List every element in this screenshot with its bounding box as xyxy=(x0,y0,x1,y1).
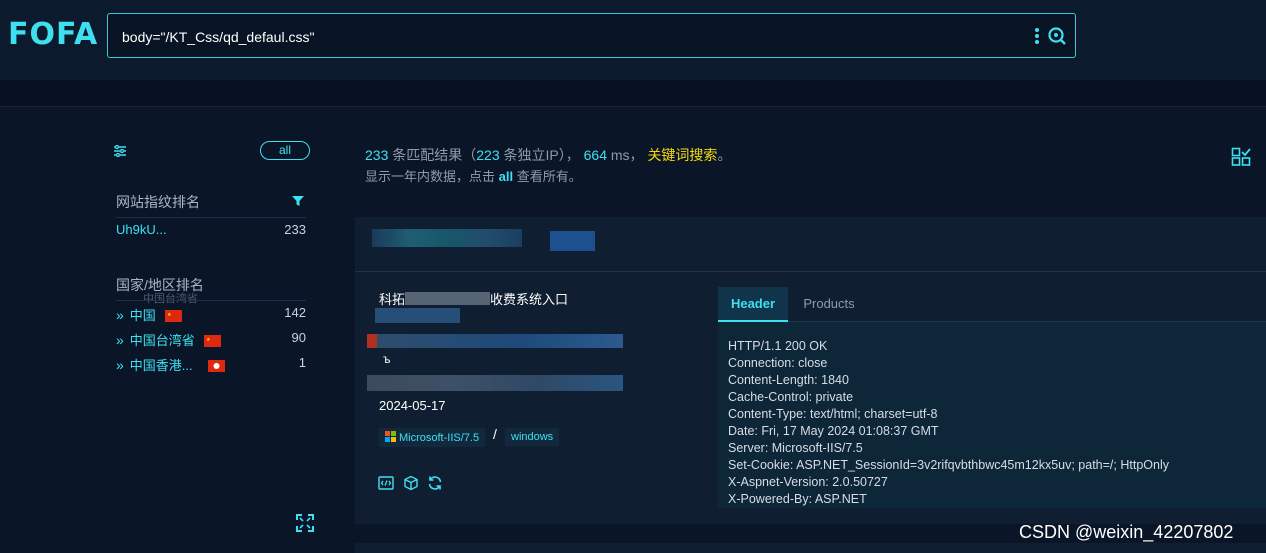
next-result-card xyxy=(355,543,1266,553)
china-flag-icon: ★ xyxy=(165,310,183,322)
layout-grid-icon[interactable] xyxy=(1231,147,1251,167)
note-text: 显示一年内数据，点击 xyxy=(365,169,499,184)
double-chevron-icon: » xyxy=(116,357,124,373)
country-item[interactable]: » 中国台湾省 ★ 90 xyxy=(116,330,306,350)
meta-char: ъ xyxy=(383,352,391,366)
summary-text: 。 xyxy=(717,147,732,163)
ip-count: 223 xyxy=(476,147,500,163)
fingerprint-rank-title: 网站指纹排名 xyxy=(116,194,200,210)
country-count: 1 xyxy=(298,355,306,370)
pixelated-meta xyxy=(367,375,623,391)
pixelated-ip xyxy=(550,231,595,251)
country-count: 142 xyxy=(284,305,306,320)
show-all-link[interactable]: all xyxy=(499,169,513,184)
detail-tabs: Header Products xyxy=(718,287,1266,322)
summary-text: 条匹配结果（ xyxy=(388,147,477,163)
search-input[interactable] xyxy=(120,14,1004,59)
result-summary: 233 条匹配结果（223 条独立IP）， 664 ms， 关键词搜索。 xyxy=(365,145,731,165)
refresh-icon[interactable] xyxy=(427,475,443,491)
windows-icon xyxy=(385,431,396,442)
search-box xyxy=(107,13,1076,59)
double-chevron-icon: » xyxy=(116,332,124,348)
sub-bar xyxy=(0,80,1266,107)
fingerprint-count: 233 xyxy=(284,222,306,237)
country-label: 中国 xyxy=(129,308,156,323)
all-toggle[interactable]: all xyxy=(260,141,310,160)
result-card: 科拓 收费系统入口 ъ 2024-05-17 Microsoft-IIS/7.5 … xyxy=(355,272,1266,524)
fullscreen-icon[interactable] xyxy=(296,514,314,532)
fingerprint-item[interactable]: Uh9kU... 233 xyxy=(116,222,306,242)
title-text: 科拓 xyxy=(379,292,406,307)
china-flag-icon: ★ xyxy=(204,335,222,347)
server-tag[interactable]: Microsoft-IIS/7.5 xyxy=(379,428,486,447)
summary-text: 条独立IP）， xyxy=(499,147,584,163)
result-group-header[interactable]: 234 xyxy=(355,217,1266,453)
code-icon[interactable] xyxy=(378,475,394,491)
search-icon[interactable] xyxy=(1047,26,1067,46)
tab-products[interactable]: Products xyxy=(792,287,866,320)
match-count: 233 xyxy=(365,147,389,163)
summary-text: ms， xyxy=(606,147,648,163)
query-time: 664 xyxy=(583,147,607,163)
pixelated-title xyxy=(405,292,491,305)
divider xyxy=(116,300,306,301)
country-label: 中国香港... xyxy=(129,358,193,373)
country-count: 90 xyxy=(291,330,306,345)
pixelated-link xyxy=(375,308,460,323)
tag-separator: / xyxy=(493,426,497,442)
svg-text:★: ★ xyxy=(206,337,211,343)
server-tag-label: Microsoft-IIS/7.5 xyxy=(399,432,480,444)
funnel-icon[interactable] xyxy=(291,194,305,208)
fofa-logo[interactable]: FOFA xyxy=(8,16,98,52)
tooltip-ghost: 中国台湾省 xyxy=(143,293,198,305)
country-item[interactable]: » 中国 ★ 142 xyxy=(116,305,306,325)
cube-icon[interactable] xyxy=(403,475,419,491)
svg-text:★: ★ xyxy=(167,312,172,318)
header-panel[interactable]: HTTP/1.1 200 OK Connection: close Conten… xyxy=(718,322,1266,508)
keyword-search-link[interactable]: 关键词搜索 xyxy=(647,147,717,163)
http-header-text: HTTP/1.1 200 OK Connection: close Conten… xyxy=(728,339,1169,506)
result-title[interactable]: 科拓 收费系统入口 xyxy=(379,289,568,308)
title-text: 收费系统入口 xyxy=(490,292,569,307)
hongkong-flag-icon xyxy=(208,360,226,372)
tab-header[interactable]: Header xyxy=(718,287,788,322)
sliders-icon[interactable] xyxy=(113,144,127,158)
pixelated-ip xyxy=(367,334,623,348)
more-vertical-icon[interactable] xyxy=(1033,26,1041,46)
os-tag[interactable]: windows xyxy=(505,428,560,446)
divider xyxy=(116,217,306,218)
pixelated-host xyxy=(372,229,522,247)
country-label: 中国台湾省 xyxy=(129,333,195,348)
logo-text: FOFA xyxy=(8,16,99,52)
double-chevron-icon: » xyxy=(116,307,124,323)
country-item[interactable]: » 中国香港... 1 xyxy=(116,355,306,375)
fingerprint-label: Uh9kU... xyxy=(116,222,167,237)
note-text: 查看所有。 xyxy=(513,169,582,184)
summary-note: 显示一年内数据，点击 all 查看所有。 xyxy=(365,166,582,185)
watermark: CSDN @weixin_42207802 xyxy=(1019,522,1234,542)
result-date: 2024-05-17 xyxy=(379,398,446,413)
